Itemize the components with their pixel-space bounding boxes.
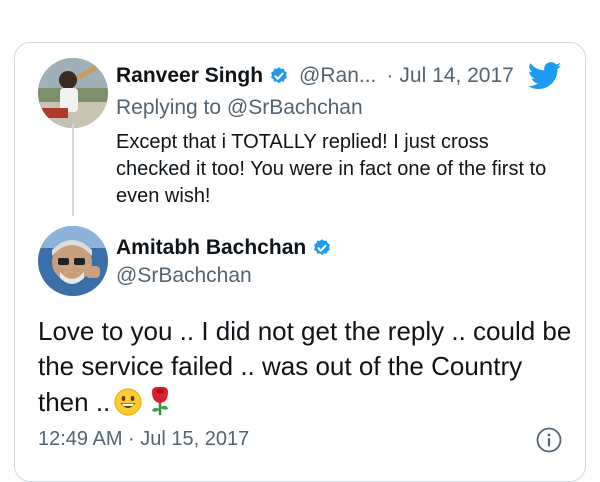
- reply-handle[interactable]: @Ran...: [299, 64, 376, 88]
- reply-date[interactable]: Jul 14, 2017: [399, 64, 513, 88]
- main-handle[interactable]: @SrBachchan: [116, 264, 252, 288]
- separator-dot: ·: [386, 64, 394, 87]
- tweet-timestamp[interactable]: 12:49 AM · Jul 15, 2017: [38, 428, 249, 451]
- info-icon[interactable]: [536, 427, 562, 453]
- grinning-face-emoji: [114, 388, 142, 425]
- reply-tweet-text: Except that i TOTALLY replied! I just cr…: [116, 131, 547, 207]
- main-header: Amitabh Bachchan: [116, 236, 332, 260]
- replying-prefix: Replying to: [116, 96, 222, 119]
- main-display-name[interactable]: Amitabh Bachchan: [116, 236, 306, 260]
- ranveer-avatar[interactable]: [38, 58, 108, 128]
- verified-badge-icon: [312, 238, 332, 258]
- amitabh-avatar[interactable]: [38, 226, 108, 296]
- twitter-bird-icon[interactable]: [527, 62, 562, 90]
- main-tweet-text-block: Love to you .. I did not get the reply .…: [38, 314, 578, 425]
- rose-emoji: [146, 384, 174, 425]
- verified-badge-icon: [269, 66, 289, 86]
- replying-to-line: Replying to @SrBachchan: [116, 96, 363, 120]
- replying-mention-link[interactable]: @SrBachchan: [227, 96, 363, 119]
- thread-connector-line: [72, 124, 74, 216]
- reply-header: Ranveer Singh @Ran... · Jul 14, 2017: [116, 64, 514, 88]
- reply-display-name[interactable]: Ranveer Singh: [116, 64, 263, 88]
